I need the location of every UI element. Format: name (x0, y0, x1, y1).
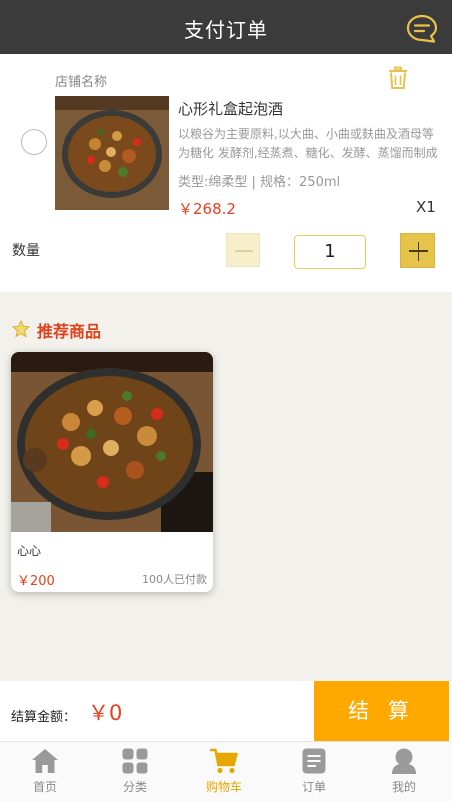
recommend-title: 推荐商品 (37, 322, 102, 341)
tab-category-label: 分类 (122, 780, 147, 794)
tab-cart-label: 购物车 (205, 780, 242, 794)
star-icon (12, 320, 30, 338)
recommend-product-image[interactable] (11, 352, 213, 532)
checkout-button[interactable]: 结 算 (314, 681, 449, 741)
product-description: 以粮谷为主要原料,以大曲、小曲或麸曲及酒母等为糖化 发酵剂,经蒸煮、糖化、发酵、… (178, 127, 438, 160)
top-bar: 支付订单 (0, 0, 452, 54)
tab-profile[interactable]: 我的 (359, 742, 449, 801)
quantity-increase-button[interactable] (400, 233, 435, 268)
recommend-product-name[interactable]: 心心 (17, 542, 41, 559)
tab-home-label: 首页 (32, 780, 57, 794)
product-image[interactable] (55, 96, 169, 210)
product-price: ￥268.2 (178, 200, 236, 218)
total-amount: ￥0 (88, 701, 123, 725)
tab-profile-label: 我的 (391, 780, 416, 794)
select-item-radio[interactable] (21, 129, 47, 155)
tab-orders[interactable]: 订单 (269, 742, 359, 801)
recommend-product-price: ￥200 (17, 574, 55, 589)
recommend-product-card[interactable]: 心心 ￥200 100人已付款 (11, 352, 213, 592)
trash-icon[interactable] (387, 66, 409, 90)
shop-name: 店铺名称 (55, 75, 108, 90)
page-title: 支付订单 (184, 18, 268, 42)
quantity-label: 数量 (12, 243, 40, 259)
tab-category[interactable]: 分类 (90, 742, 180, 801)
home-icon (32, 749, 58, 773)
cart-item-card: 店铺名称 心形礼盒起泡酒 以粮谷为主要原料,以大曲、小曲或麸曲及酒母等为糖化 发… (0, 54, 452, 292)
order-icon (302, 748, 326, 774)
tab-cart[interactable]: 购物车 (179, 742, 269, 801)
quantity-input[interactable]: 1 (294, 235, 366, 269)
message-icon[interactable] (406, 14, 438, 44)
quantity-decrease-button[interactable] (226, 233, 260, 267)
product-name[interactable]: 心形礼盒起泡酒 (178, 98, 283, 119)
product-count: X1 (416, 198, 436, 216)
tab-orders-label: 订单 (301, 780, 326, 794)
product-spec: 类型:绵柔型 | 规格：250ml (178, 175, 341, 190)
recommend-product-sold: 100人已付款 (142, 573, 207, 586)
checkout-bar: 结算金额： ￥0 结 算 (0, 681, 452, 741)
profile-icon (392, 748, 416, 774)
bottom-tab-bar: 首页 分类 购物车 订单 我的 (0, 741, 452, 801)
tab-home[interactable]: 首页 (0, 742, 90, 801)
total-label: 结算金额： (11, 710, 77, 725)
cart-icon (210, 748, 238, 774)
category-icon (122, 748, 148, 774)
